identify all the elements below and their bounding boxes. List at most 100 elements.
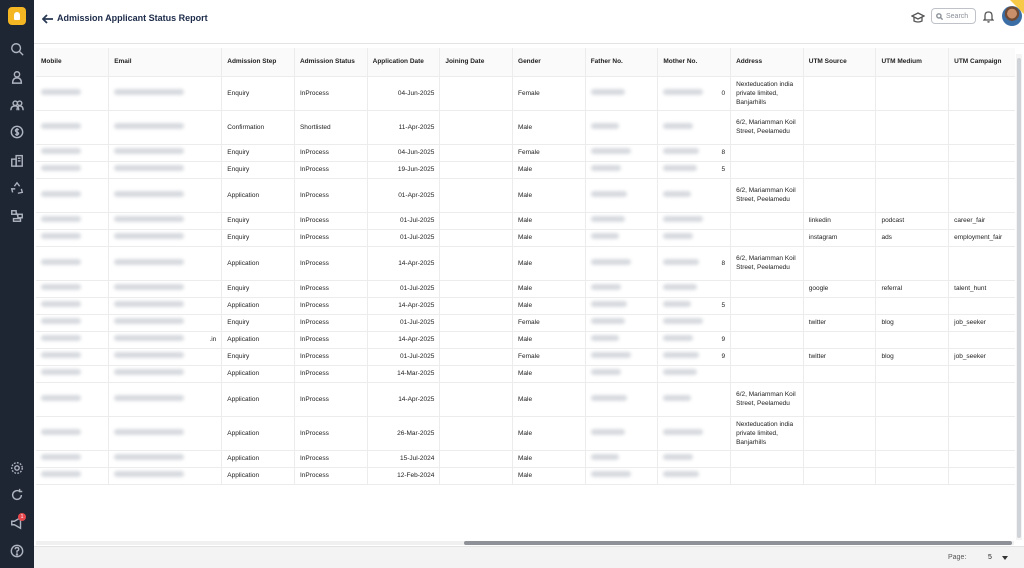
redacted-value [41, 190, 81, 197]
admission-status-cell: InProcess [294, 382, 368, 417]
applicant-icon[interactable] [9, 69, 25, 85]
admission-step-cell: Application [221, 297, 295, 315]
column-header[interactable]: Joining Date [439, 48, 514, 77]
father-no-cell [585, 161, 659, 179]
dollar-icon[interactable] [9, 124, 25, 140]
column-header[interactable]: UTM Campaign [948, 48, 1015, 77]
gender-cell: Female [512, 314, 586, 332]
utm-source-cell: google [803, 280, 877, 298]
redacted-value [114, 122, 185, 129]
gender-cell: Male [512, 212, 586, 230]
building-icon[interactable] [9, 152, 25, 168]
recycle-icon[interactable] [9, 180, 25, 196]
table-row[interactable]: Application InProcess 14-Apr-2025 Male 6/2, … [36, 382, 1015, 417]
redacted-value [114, 88, 185, 95]
graduation-cap-icon[interactable] [910, 11, 926, 23]
vertical-scrollbar[interactable] [1016, 54, 1022, 540]
bell-icon[interactable] [982, 10, 995, 24]
admission-status-cell: InProcess [294, 76, 368, 111]
column-header[interactable]: Mother No. [657, 48, 732, 77]
table-row[interactable]: Enquiry InProcess 04-Jun-2025 Female 8 [36, 144, 1015, 162]
redacted-value [590, 122, 619, 129]
application-date-cell: 14-Apr-2025 [367, 246, 441, 281]
address-cell [730, 212, 804, 230]
redacted-value [590, 233, 619, 239]
logo-icon[interactable] [8, 7, 26, 25]
table-row[interactable]: Enquiry InProcess 01-Jul-2025 Female 9 twitte… [36, 348, 1015, 366]
redacted-value [590, 471, 631, 477]
search-icon[interactable] [9, 41, 25, 57]
father-no-cell [585, 450, 659, 468]
vertical-scroll-thumb[interactable] [1017, 58, 1021, 538]
table-row[interactable]: Enquiry InProcess 04-Jun-2025 Female 0 Nexted… [36, 76, 1015, 111]
table-row[interactable]: Application InProcess 15-Jul-2024 Male [36, 450, 1015, 468]
utm-source-cell [803, 450, 877, 468]
table-row[interactable]: Enquiry InProcess 01-Jul-2025 Female twitter… [36, 314, 1015, 332]
column-header[interactable]: UTM Source [803, 48, 877, 77]
email-cell [108, 110, 223, 145]
horizontal-scroll-thumb[interactable] [464, 541, 1012, 545]
utm-source-cell [803, 178, 877, 213]
utm-source-cell [803, 246, 877, 281]
column-header[interactable]: Admission Step [221, 48, 295, 77]
redacted-value [41, 428, 81, 435]
redacted-value [114, 454, 185, 460]
redacted-value [41, 454, 81, 460]
gender-cell: Male [512, 297, 586, 315]
table-row[interactable]: Enquiry InProcess 01-Jul-2025 Male instagram… [36, 229, 1015, 247]
horizontal-scrollbar[interactable] [36, 541, 1014, 545]
hierarchy-icon[interactable] [9, 208, 25, 224]
settings-icon[interactable] [9, 460, 25, 476]
refresh-icon[interactable] [9, 487, 25, 503]
redacted-value [663, 428, 704, 435]
redacted-value [114, 471, 185, 477]
joining-date-cell [439, 76, 514, 111]
table-row[interactable]: Application InProcess 12-Feb-2024 Male [36, 467, 1015, 485]
utm-medium-cell: referral [875, 280, 950, 298]
redacted-value [590, 165, 621, 171]
page-select[interactable]: 5 [988, 554, 992, 561]
table-row[interactable]: .in Application InProcess 14-Apr-2025 Male 9 [36, 331, 1015, 349]
table-row[interactable]: Enquiry InProcess 01-Jul-2025 Male google ref… [36, 280, 1015, 298]
table-row[interactable]: Application InProcess 14-Apr-2025 Male 8 6/2,… [36, 246, 1015, 281]
table-row[interactable]: Application InProcess 14-Mar-2025 Male [36, 365, 1015, 383]
admission-status-cell: InProcess [294, 416, 368, 451]
redacted-value [41, 301, 81, 307]
column-header[interactable]: Address [730, 48, 804, 77]
mother-no-cell [657, 178, 732, 213]
mother-no-cell-tail: 9 [721, 353, 726, 360]
table-row[interactable]: Enquiry InProcess 19-Jun-2025 Male 5 [36, 161, 1015, 179]
back-arrow-icon[interactable] [41, 12, 56, 26]
table-row[interactable]: Application InProcess 14-Apr-2025 Male 5 [36, 297, 1015, 315]
admission-step-cell: Application [221, 178, 295, 213]
help-icon[interactable] [9, 543, 25, 559]
gender-cell: Male [512, 229, 586, 247]
users-icon[interactable] [9, 97, 25, 113]
column-header[interactable]: Father No. [585, 48, 659, 77]
redacted-value [663, 318, 704, 324]
utm-medium-cell [875, 144, 950, 162]
father-no-cell [585, 416, 659, 451]
table-row[interactable]: Enquiry InProcess 01-Jul-2025 Male linkedin p… [36, 212, 1015, 230]
column-header[interactable]: Gender [512, 48, 586, 77]
redacted-value [590, 190, 627, 197]
table-row[interactable]: Application InProcess 01-Apr-2025 Male 6/2, … [36, 178, 1015, 213]
column-header[interactable]: Mobile [36, 48, 110, 77]
table-row[interactable]: Application InProcess 26-Mar-2025 Male Nexte… [36, 416, 1015, 451]
column-header[interactable]: Email [108, 48, 223, 77]
admission-status-cell: InProcess [294, 365, 368, 383]
table-row[interactable]: Confirmation Shortlisted 11-Apr-2025 Male 6/… [36, 110, 1015, 145]
column-header[interactable]: Admission Status [294, 48, 368, 77]
search-input[interactable]: Search [931, 8, 976, 24]
redacted-value [663, 335, 694, 341]
father-no-cell [585, 280, 659, 298]
utm-campaign-cell [948, 76, 1015, 111]
column-header[interactable]: UTM Medium [875, 48, 950, 77]
column-header[interactable]: Application Date [367, 48, 441, 77]
redacted-value [114, 301, 185, 307]
redacted-value [663, 216, 704, 222]
admission-step-cell: Enquiry [221, 314, 295, 332]
mother-no-cell: 9 [657, 348, 732, 366]
mother-no-cell: 8 [657, 144, 732, 162]
chevron-down-icon[interactable] [1002, 556, 1008, 560]
